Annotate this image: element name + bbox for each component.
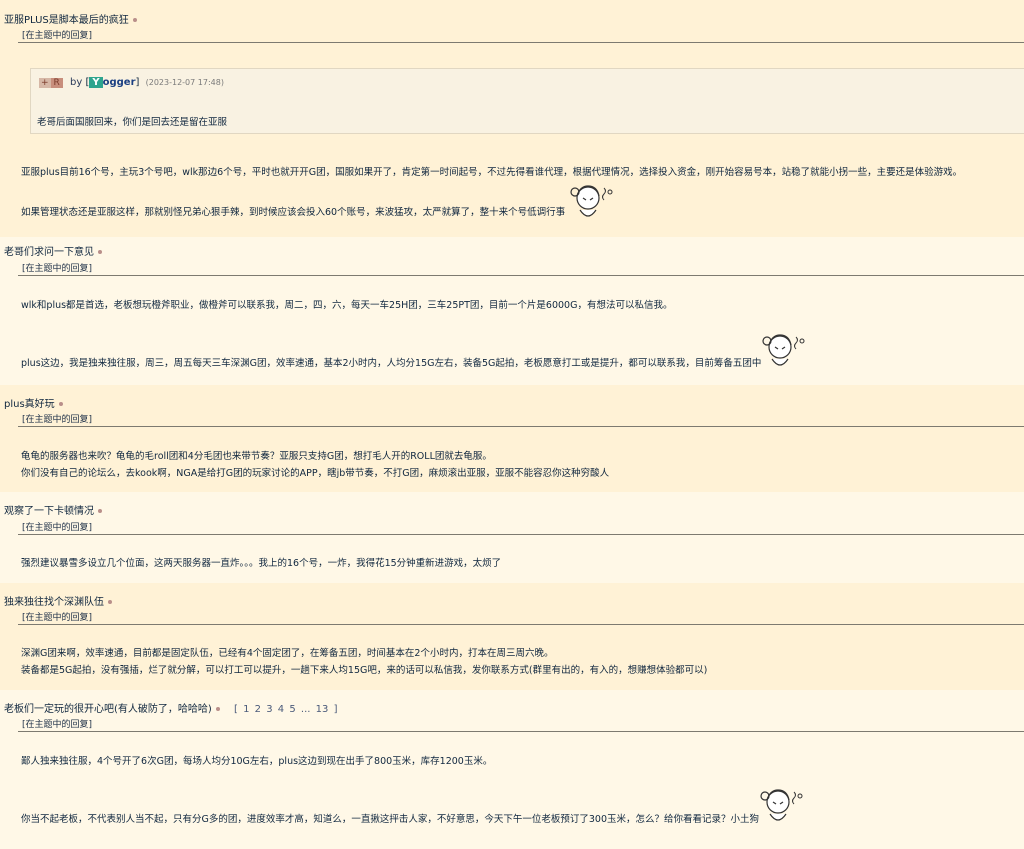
post-line: 龟龟的服务器也来吹？龟龟的毛roll团和4分毛团也来带节奏？亚服只支持G团，想打… — [21, 451, 492, 462]
thread-block: 亚服PLUS是脚本最后的疯狂 [在主题中的回复] + R by [Yogger] … — [0, 0, 1024, 237]
reply-tag: [在主题中的回复] — [22, 720, 93, 730]
divider — [18, 426, 1024, 427]
post-line: 深渊G团来啊，效率速通，目前都是固定队伍，已经有4个固定团了，在筹备五团，时间基… — [21, 648, 554, 659]
post-line: 强烈建议暴雪多设立几个位面，这两天服务器一直炸。。。我上的16个号，一炸，我得花… — [21, 558, 502, 569]
divider — [18, 624, 1024, 625]
reply-tag: [在主题中的回复] — [22, 31, 93, 41]
divider — [18, 42, 1024, 43]
thread-title-link[interactable]: 老板们一定玩的很开心吧(有人破防了，哈哈哈) [ 1 2 3 4 5 ... 1… — [4, 700, 338, 715]
status-dot — [132, 18, 137, 22]
post-line: wlk和plus都是首选，老板想玩橙斧职业，做橙斧可以联系我，周二，四，六，每天… — [21, 300, 673, 311]
chibi-girl-sticker — [760, 789, 803, 821]
thread-title-text[interactable]: 独来独往找个深渊队伍 — [4, 597, 104, 608]
divider — [18, 534, 1024, 535]
thread-title-text[interactable]: 老哥们求问一下意见 — [4, 247, 94, 258]
quote-by: by — [70, 77, 83, 88]
quote-header: + R by [Yogger] (2023-12-07 17:48) — [39, 77, 224, 88]
thread-block: 老板们一定玩的很开心吧(有人破防了，哈哈哈) [ 1 2 3 4 5 ... 1… — [0, 690, 1024, 849]
page-ellipsis: ... — [300, 704, 311, 715]
page-link[interactable]: 5 — [289, 704, 295, 715]
page-link[interactable]: 1 — [243, 704, 249, 715]
thread-block: 老哥们求问一下意见 [在主题中的回复] wlk和plus都是首选，老板想玩橙斧职… — [0, 237, 1024, 385]
pager-bracket-close: ] — [333, 704, 338, 715]
reply-tag: [在主题中的回复] — [22, 264, 93, 274]
reply-tag: [在主题中的回复] — [22, 415, 93, 425]
thread-title-text[interactable]: 亚服PLUS是脚本最后的疯狂 — [4, 15, 129, 26]
thread-title-link[interactable]: 老哥们求问一下意见 — [4, 243, 102, 258]
quote-text: 老哥后面国服回来，你们是回去还是留在亚服 — [37, 117, 228, 128]
status-dot — [58, 402, 63, 406]
post-line: 你们没有自己的论坛么，去kook啊，NGA是给打G团的玩家讨论的APP，瞎jb带… — [21, 468, 610, 479]
user-bracket-close: ] — [135, 77, 140, 88]
pagination: [ 1 2 3 4 5 ... 13 ] — [233, 704, 338, 715]
reply-badge[interactable]: R — [50, 78, 63, 88]
status-dot — [108, 600, 112, 604]
expand-badge[interactable]: + — [39, 78, 51, 88]
thread-title-link[interactable]: 观察了一下卡顿情况 — [4, 502, 102, 517]
status-dot — [98, 509, 102, 513]
thread-title-text[interactable]: plus真好玩 — [4, 399, 55, 410]
user-initial-icon[interactable]: Y — [89, 77, 103, 88]
quote-block: + R by [Yogger] (2023-12-07 17:48) 老哥后面国服… — [30, 68, 1024, 134]
reply-tag: [在主题中的回复] — [22, 613, 93, 623]
thread-title-link[interactable]: 亚服PLUS是脚本最后的疯狂 — [4, 11, 137, 26]
post-line: 你当不起老板，不代表别人当不起，只有分G多的团，进度效率才高，知道么，一直揪这抨… — [21, 814, 759, 825]
page-link[interactable]: 4 — [278, 704, 284, 715]
chibi-girl-sticker — [570, 185, 613, 217]
thread-title-link[interactable]: 独来独往找个深渊队伍 — [4, 593, 112, 608]
post-line: 亚服plus目前16个号，主玩3个号吧，wlk那边6个号，平时也就开开G团，国服… — [21, 167, 963, 178]
post-line: 装备都是5G起拍，没有强插，烂了就分解，可以打工可以提升，一趟下来人均15G吧，… — [21, 665, 708, 676]
quote-timestamp: (2023-12-07 17:48) — [145, 78, 224, 87]
thread-block: plus真好玩 [在主题中的回复] 龟龟的服务器也来吹？龟龟的毛roll团和4分… — [0, 385, 1024, 492]
page-link[interactable]: 13 — [316, 704, 329, 715]
page-link[interactable]: 3 — [266, 704, 272, 715]
chibi-girl-sticker — [762, 334, 805, 366]
thread-block: 独来独往找个深渊队伍 [在主题中的回复] 深渊G团来啊，效率速通，目前都是固定队… — [0, 583, 1024, 690]
thread-title-link[interactable]: plus真好玩 — [4, 395, 63, 410]
post-line: plus这边，我是独来独往服，周三，周五每天三车深渊G团，效率速通，基本2小时内… — [21, 358, 762, 369]
reply-tag: [在主题中的回复] — [22, 523, 93, 533]
thread-block: 观察了一下卡顿情况 [在主题中的回复] 强烈建议暴雪多设立几个位面，这两天服务器… — [0, 492, 1024, 583]
status-dot — [98, 250, 102, 254]
thread-title-text[interactable]: 观察了一下卡顿情况 — [4, 506, 94, 517]
quote-username[interactable]: ogger — [103, 77, 136, 88]
thread-title-text[interactable]: 老板们一定玩的很开心吧(有人破防了，哈哈哈) — [4, 704, 212, 715]
divider — [18, 731, 1024, 732]
status-dot — [215, 707, 220, 711]
divider — [18, 275, 1024, 276]
page-link[interactable]: 2 — [255, 704, 261, 715]
post-line: 如果管理状态还是亚服这样，那就别怪兄弟心狠手辣，到时候应该会投入60个账号，来波… — [21, 207, 566, 218]
pager-bracket-open: [ — [234, 704, 238, 715]
post-line: 鄙人独来独往服，4个号开了6次G团，每场人均分10G左右，plus这边到现在出手… — [21, 756, 493, 767]
